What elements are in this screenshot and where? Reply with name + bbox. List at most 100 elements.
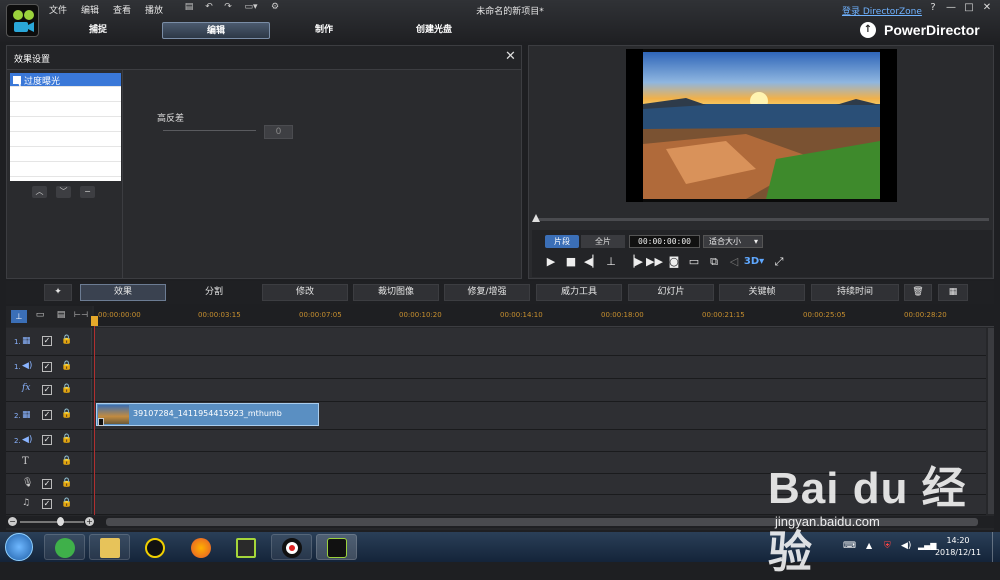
track-enable-checkbox[interactable]: ✓: [42, 385, 52, 395]
lock-icon[interactable]: 🔒: [61, 409, 72, 419]
timecode-display[interactable]: 00:00:00:00: [629, 235, 700, 248]
crop-image-button[interactable]: 裁切图像: [353, 284, 439, 301]
redo-icon[interactable]: ↷: [222, 2, 234, 13]
mode-tab-edit[interactable]: 编辑: [162, 22, 270, 39]
fx-track-icon: fx: [22, 383, 31, 393]
taskbar-app-explorer[interactable]: [89, 534, 130, 560]
track-lane[interactable]: [94, 379, 986, 401]
maximize-button[interactable]: □: [962, 2, 976, 14]
track-enable-checkbox[interactable]: ✓: [42, 479, 52, 489]
lock-icon[interactable]: 🔒: [61, 335, 72, 345]
settings-gear-icon[interactable]: ⚙: [269, 2, 281, 13]
mode-tab-capture[interactable]: 捕捉: [44, 22, 152, 39]
zoom-out-icon[interactable]: −: [8, 517, 17, 526]
mode-tab-create-disc[interactable]: 创建光盘: [380, 22, 488, 39]
track-lane[interactable]: [94, 328, 986, 355]
help-button[interactable]: ?: [926, 2, 940, 14]
track-enable-checkbox[interactable]: ✓: [42, 362, 52, 372]
lock-icon[interactable]: 🔒: [61, 498, 72, 508]
magic-wand-icon[interactable]: ✦: [44, 284, 72, 301]
remove-effect-button[interactable]: −: [80, 186, 95, 198]
preview-scrubber[interactable]: [534, 218, 989, 221]
duration-button[interactable]: 持续时间: [811, 284, 899, 301]
lock-icon[interactable]: 🔒: [61, 434, 72, 444]
slideshow-button[interactable]: 幻灯片: [628, 284, 714, 301]
zoom-slider-handle[interactable]: [57, 517, 64, 526]
next-frame-icon[interactable]: ▕▶: [626, 255, 643, 269]
minimize-button[interactable]: —: [944, 2, 958, 14]
track-enable-checkbox[interactable]: ✓: [42, 336, 52, 346]
lock-icon[interactable]: 🔒: [61, 478, 72, 488]
fit-timeline-icon[interactable]: ⊢⊣: [73, 310, 89, 323]
zoom-slider[interactable]: [20, 521, 84, 523]
taskbar-app-firefox[interactable]: [180, 534, 221, 560]
library-panel-icon[interactable]: ▦: [938, 284, 968, 301]
param-label: 高反差: [157, 114, 185, 124]
taskbar-app-powerdirector[interactable]: [316, 534, 357, 560]
taskbar-app-qq[interactable]: [134, 534, 175, 560]
enlarge-preview-icon[interactable]: ⤢: [772, 255, 786, 269]
start-button-icon[interactable]: [5, 533, 33, 561]
taskbar-app-360[interactable]: [44, 534, 85, 560]
stop-icon[interactable]: ■: [564, 255, 578, 269]
menu-play[interactable]: 播放: [145, 3, 163, 16]
param-value-field[interactable]: 0: [264, 125, 293, 139]
keyframe-button[interactable]: 关键帧: [719, 284, 805, 301]
zoom-in-icon[interactable]: +: [85, 517, 94, 526]
close-window-button[interactable]: ✕: [980, 2, 994, 14]
power-tools-button[interactable]: 威力工具: [536, 284, 622, 301]
lock-icon[interactable]: 🔒: [61, 384, 72, 394]
camera-icon[interactable]: ◙: [667, 255, 681, 269]
split-button[interactable]: 分割: [171, 284, 257, 301]
taskbar-app-recorder[interactable]: [271, 534, 312, 560]
upload-arrow-icon[interactable]: ↑: [860, 22, 876, 38]
track-lane[interactable]: [94, 356, 986, 378]
lock-icon[interactable]: 🔒: [61, 456, 72, 466]
track-header: 1. ▦ ✓ 🔒: [6, 328, 92, 355]
track-view-icon[interactable]: ⊥: [11, 310, 27, 323]
menu-file[interactable]: 文件: [49, 3, 67, 16]
movie-mode-button[interactable]: 全片: [581, 235, 625, 248]
mode-tab-produce[interactable]: 制作: [270, 22, 378, 39]
menu-view[interactable]: 查看: [113, 3, 131, 16]
3d-mode-icon[interactable]: 3D▾: [743, 255, 765, 269]
trash-icon[interactable]: 🗑: [904, 284, 932, 301]
modify-button[interactable]: 修改: [262, 284, 348, 301]
external-display-icon[interactable]: ▭: [687, 255, 701, 269]
param-slider[interactable]: [163, 130, 256, 131]
add-track-icon[interactable]: ▤: [53, 310, 69, 323]
save-icon[interactable]: ▤: [183, 2, 195, 13]
playhead[interactable]: [94, 320, 95, 515]
taskbar-app-editor[interactable]: [225, 534, 266, 560]
menu-edit[interactable]: 编辑: [81, 3, 99, 16]
fast-forward-icon[interactable]: ▶▶: [646, 255, 663, 269]
undo-icon[interactable]: ↶: [203, 2, 215, 13]
move-down-button[interactable]: ﹀: [56, 186, 71, 198]
effect-list-item: [10, 133, 121, 147]
storyboard-icon[interactable]: ▭: [33, 310, 47, 323]
window-title: 未命名的新项目*: [476, 7, 544, 17]
scrubber-handle[interactable]: [532, 214, 540, 222]
directorzone-login-link[interactable]: 登录 DirectorZone: [842, 4, 922, 17]
fix-enhance-button[interactable]: 修复/增强: [444, 284, 530, 301]
close-icon[interactable]: ✕: [505, 49, 516, 64]
undock-icon[interactable]: ⧉: [707, 255, 721, 269]
track-enable-checkbox[interactable]: ✓: [42, 410, 52, 420]
track-lane[interactable]: [94, 430, 986, 451]
fit-size-select[interactable]: 适合大小 ▾: [703, 235, 763, 248]
play-icon[interactable]: ▶: [544, 255, 558, 269]
video-clip[interactable]: 39107284_1411954415923_mthumb: [96, 403, 319, 426]
effects-button[interactable]: 效果: [80, 284, 166, 301]
volume-icon[interactable]: ◁: [727, 255, 741, 269]
track-enable-checkbox[interactable]: ✓: [42, 435, 52, 445]
prev-frame-icon[interactable]: ◀▏: [584, 255, 601, 269]
move-up-button[interactable]: ︿: [32, 186, 47, 198]
clip-mode-button[interactable]: 片段: [545, 235, 579, 248]
aspect-ratio-icon[interactable]: ▭▾: [241, 2, 261, 13]
snapshot-frame-icon[interactable]: ⊥: [604, 255, 618, 269]
playhead-handle[interactable]: [91, 316, 98, 326]
track-enable-checkbox[interactable]: ✓: [42, 499, 52, 509]
timeline-ruler[interactable]: 00:00:00:00 00:00:03:15 00:00:07:05 00:0…: [94, 306, 994, 327]
lock-icon[interactable]: 🔒: [61, 361, 72, 371]
effect-list-item[interactable]: 过度曝光: [10, 73, 121, 87]
